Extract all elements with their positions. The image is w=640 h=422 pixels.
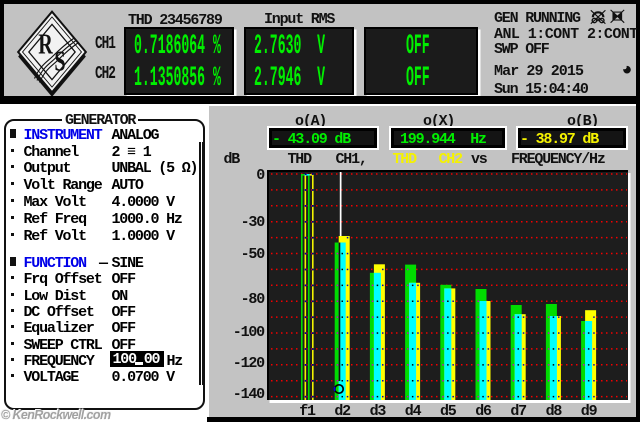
svg-text:S: S [54,46,65,77]
svg-text:R: R [38,29,53,60]
